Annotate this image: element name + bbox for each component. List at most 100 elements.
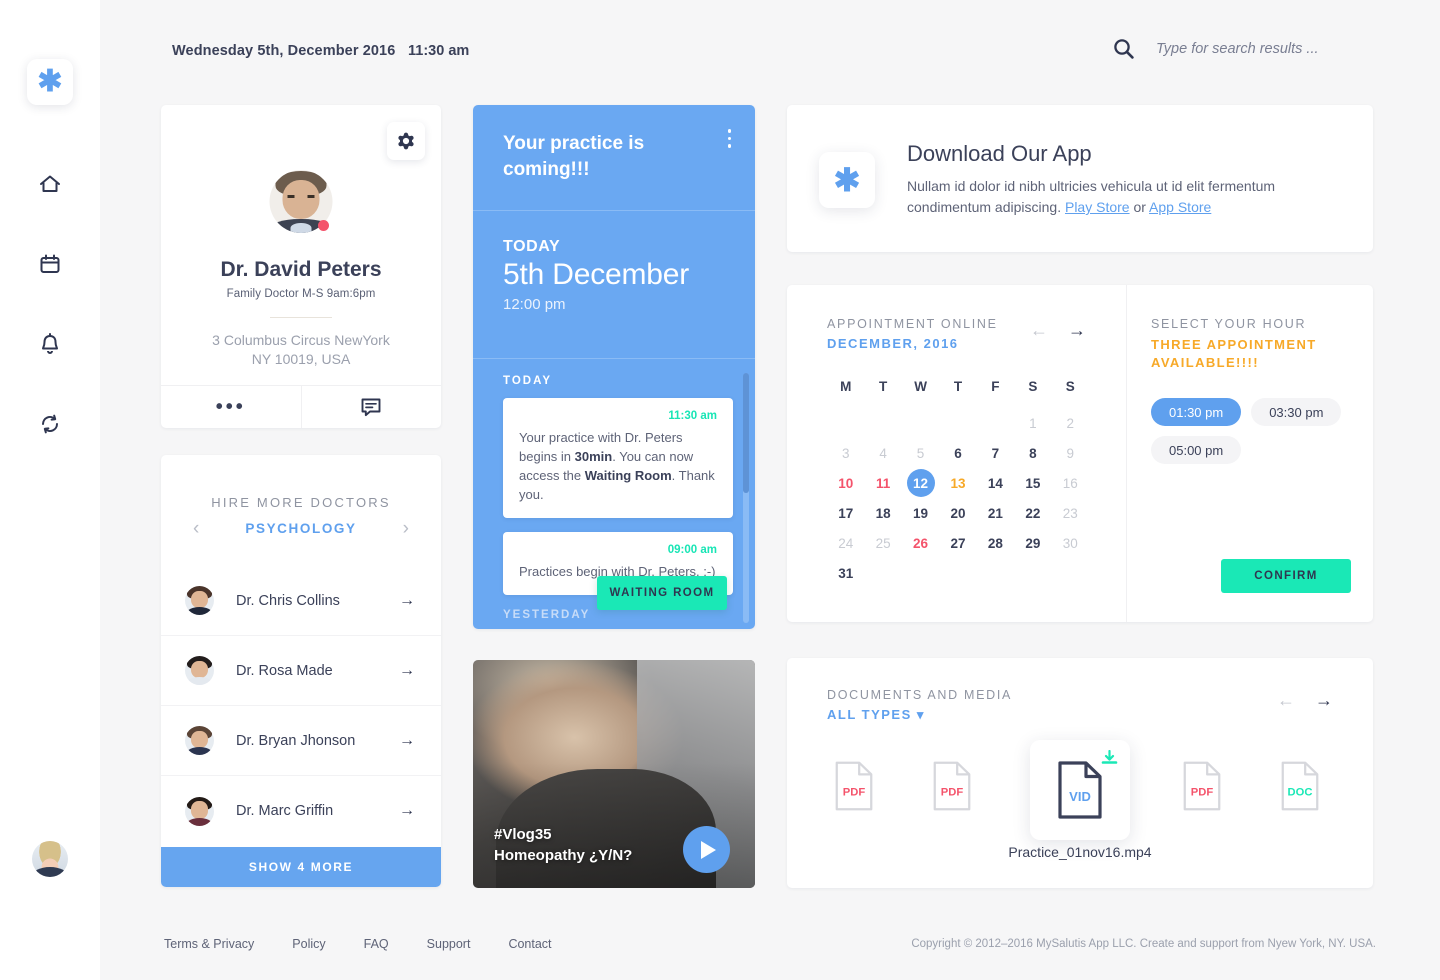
search-input[interactable] [1156,40,1376,57]
calendar-day-label: 23 [1062,505,1078,521]
download-icon[interactable] [1101,749,1118,771]
calendar-day[interactable]: 3 [827,438,864,468]
search-icon[interactable] [1113,38,1134,59]
play-icon [701,840,716,859]
arrow-right-icon[interactable]: → [399,802,415,820]
profile-message-button[interactable] [302,386,442,428]
messages-scrollbar[interactable] [743,373,749,623]
calendar-day[interactable]: 12 [902,468,939,498]
hire-next-chevron-right-icon[interactable]: › [403,519,409,538]
hire-prev-chevron-left-icon[interactable]: ‹ [193,519,199,538]
calendar-day[interactable]: 5 [902,438,939,468]
calendar-day-empty [977,408,1014,438]
calendar-day[interactable]: 29 [1014,528,1051,558]
appointment-calendar-panel: APPOINTMENT ONLINE DECEMBER, 2016 ← → M … [787,285,1127,622]
calendar-day-label: 19 [913,505,929,521]
calendar-day[interactable]: 21 [977,498,1014,528]
calendar-day[interactable]: 10 [827,468,864,498]
app-store-link[interactable]: App Store [1149,199,1211,215]
gear-icon [398,132,414,150]
calendar-day[interactable]: 18 [864,498,901,528]
calendar-day[interactable]: 2 [1052,408,1089,438]
calendar-day[interactable]: 27 [939,528,976,558]
calendar-day[interactable]: 20 [939,498,976,528]
calendar-day[interactable]: 24 [827,528,864,558]
file-icon-vid: VID [1058,761,1102,819]
file-item[interactable]: PDF [932,761,978,819]
practice-today-label: TODAY [503,238,561,255]
appointment-hours-panel: SELECT YOUR HOUR THREE APPOINTMENT AVAIL… [1127,285,1373,622]
calendar-day[interactable]: 25 [864,528,901,558]
confirm-button[interactable]: CONFIRM [1221,559,1351,593]
calendar-day[interactable]: 9 [1052,438,1089,468]
calendar-weekday-row: M T W T F S S [827,379,1089,408]
calendar-day[interactable]: 16 [1052,468,1089,498]
message-time: 11:30 am [668,410,717,422]
calendar-day[interactable]: 17 [827,498,864,528]
hour-option[interactable]: 03:30 pm [1251,398,1342,426]
sidebar-user-avatar[interactable] [32,841,68,877]
arrow-right-icon[interactable]: → [399,732,415,750]
calendar-day-label: 20 [950,505,966,521]
file-item[interactable]: PDF [1182,761,1228,819]
footer-link-terms[interactable]: Terms & Privacy [164,937,254,951]
calendar-day-label: 28 [987,535,1003,551]
profile-more-button[interactable]: ••• [161,386,302,428]
sidebar-item-notifications[interactable] [33,327,67,361]
arrow-right-icon[interactable]: → [399,662,415,680]
show-more-button[interactable]: SHOW 4 MORE [161,847,441,887]
calendar-day[interactable]: 31 [827,558,864,588]
calendar-day[interactable]: 8 [1014,438,1051,468]
play-button[interactable] [683,826,730,873]
status-badge [318,220,329,231]
hour-option[interactable]: 05:00 pm [1151,436,1242,464]
footer-link-policy[interactable]: Policy [292,937,325,951]
app-icon-tile: ✱ [819,152,875,208]
calendar-day-label: 15 [1025,475,1041,491]
hour-option[interactable]: 01:30 pm [1151,398,1242,426]
footer-link-faq[interactable]: FAQ [364,937,389,951]
calendar-day[interactable]: 22 [1014,498,1051,528]
file-item[interactable]: DOC [1280,761,1326,819]
video-card[interactable]: #Vlog35 Homeopathy ¿Y/N? [473,660,755,888]
app-logo-button[interactable]: ✱ [27,59,73,105]
documents-prev-arrow-left-icon[interactable]: ← [1277,691,1295,709]
calendar-day[interactable]: 11 [864,468,901,498]
message-bubble[interactable]: 11:30 am Your practice with Dr. Peters b… [503,398,733,518]
list-item[interactable]: Dr. Marc Griffin → [161,776,441,846]
kebab-menu-icon[interactable] [727,129,731,148]
calendar-day-label: 12 [913,475,929,491]
calendar-day[interactable]: 14 [977,468,1014,498]
footer-link-support[interactable]: Support [427,937,471,951]
list-item[interactable]: Dr. Chris Collins → [161,566,441,636]
calendar-day[interactable]: 7 [977,438,1014,468]
calendar-prev-arrow-left-icon[interactable]: ← [1030,321,1048,339]
calendar-day[interactable]: 26 [902,528,939,558]
calendar-day[interactable]: 30 [1052,528,1089,558]
footer-link-contact[interactable]: Contact [508,937,551,951]
calendar-day[interactable]: 4 [864,438,901,468]
scrollbar-thumb[interactable] [743,373,749,493]
file-tile-selected[interactable]: VID [1030,740,1130,840]
calendar-day[interactable]: 1 [1014,408,1051,438]
sidebar-item-calendar[interactable] [33,247,67,281]
waiting-room-button[interactable]: WAITING ROOM [597,576,727,610]
download-app-card: ✱ Download Our App Nullam id dolor id ni… [787,105,1373,252]
calendar-next-arrow-right-icon[interactable]: → [1068,321,1086,339]
calendar-day[interactable]: 23 [1052,498,1089,528]
arrow-right-icon[interactable]: → [399,592,415,610]
list-item[interactable]: Dr. Rosa Made → [161,636,441,706]
calendar-day[interactable]: 15 [1014,468,1051,498]
calendar-day[interactable]: 19 [902,498,939,528]
documents-next-arrow-right-icon[interactable]: → [1315,691,1333,709]
file-item[interactable]: PDF [834,761,880,819]
sidebar-item-home[interactable] [33,167,67,201]
calendar-day[interactable]: 13 [939,468,976,498]
calendar-day[interactable]: 6 [939,438,976,468]
asterisk-logo-icon: ✱ [37,65,63,98]
profile-settings-button[interactable] [387,122,425,160]
calendar-day[interactable]: 28 [977,528,1014,558]
list-item[interactable]: Dr. Bryan Jhonson → [161,706,441,776]
play-store-link[interactable]: Play Store [1065,199,1130,215]
sidebar-item-sync[interactable] [33,407,67,441]
